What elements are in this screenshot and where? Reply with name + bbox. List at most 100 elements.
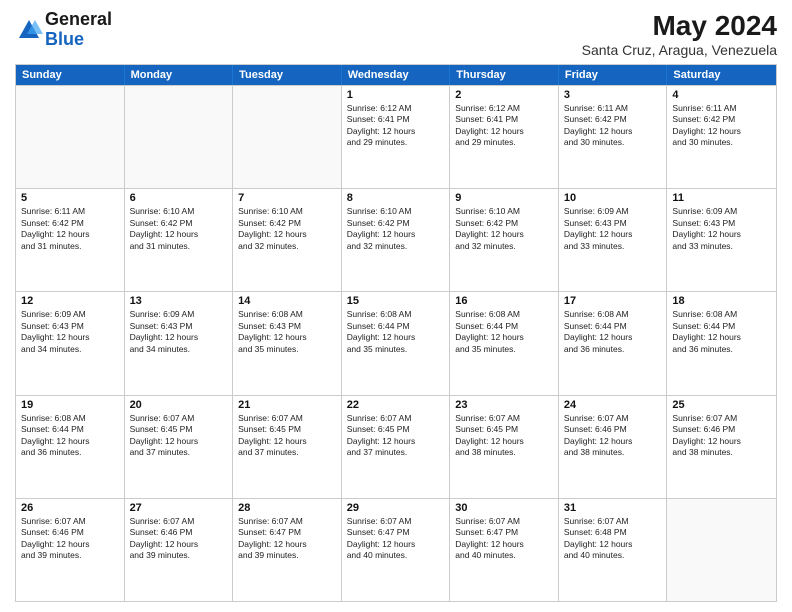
weekday-header: Monday xyxy=(125,65,234,85)
day-number: 14 xyxy=(238,295,336,307)
calendar-cell: 6Sunrise: 6:10 AMSunset: 6:42 PMDaylight… xyxy=(125,189,234,291)
cell-sun-info: Sunrise: 6:08 AMSunset: 6:44 PMDaylight:… xyxy=(347,309,445,355)
calendar-cell: 16Sunrise: 6:08 AMSunset: 6:44 PMDayligh… xyxy=(450,292,559,394)
cell-sun-info: Sunrise: 6:07 AMSunset: 6:46 PMDaylight:… xyxy=(564,413,662,459)
calendar-row: 19 Sunrise: 6:08 AMSunset: 6:44 PMDayligh… xyxy=(16,395,776,498)
day-number: 4 xyxy=(672,89,771,101)
day-number: 21 xyxy=(238,399,336,411)
day-number: 6 xyxy=(130,192,228,204)
cell-sun-info: Sunrise: 6:09 AMSunset: 6:43 PMDaylight:… xyxy=(21,309,119,355)
calendar-cell: 29Sunrise: 6:07 AMSunset: 6:47 PMDayligh… xyxy=(342,499,451,601)
day-number: 20 xyxy=(130,399,228,411)
calendar-cell: 27 Sunrise: 6:07 AMSunset: 6:46 PMDayligh… xyxy=(125,499,234,601)
day-number: 22 xyxy=(347,399,445,411)
cell-sun-info: Sunrise: 6:07 AMSunset: 6:47 PMDaylight:… xyxy=(455,516,553,562)
calendar-page: General Blue May 2024 Santa Cruz, Aragua… xyxy=(0,0,792,612)
calendar-cell: 11 Sunrise: 6:09 AMSunset: 6:43 PMDayligh… xyxy=(667,189,776,291)
cell-sun-info: Sunrise: 6:07 AMSunset: 6:45 PMDaylight:… xyxy=(238,413,336,459)
calendar-cell: 14 Sunrise: 6:08 AMSunset: 6:43 PMDayligh… xyxy=(233,292,342,394)
day-number: 7 xyxy=(238,192,336,204)
calendar-cell: 2 Sunrise: 6:12 AMSunset: 6:41 PMDaylight… xyxy=(450,86,559,188)
calendar-cell: 9 Sunrise: 6:10 AMSunset: 6:42 PMDaylight… xyxy=(450,189,559,291)
calendar-cell: 15 Sunrise: 6:08 AMSunset: 6:44 PMDayligh… xyxy=(342,292,451,394)
cell-sun-info: Sunrise: 6:10 AMSunset: 6:42 PMDaylight:… xyxy=(238,206,336,252)
day-number: 17 xyxy=(564,295,662,307)
calendar-cell: 31 Sunrise: 6:07 AMSunset: 6:48 PMDayligh… xyxy=(559,499,668,601)
calendar-body: 1 Sunrise: 6:12 AMSunset: 6:41 PMDaylight… xyxy=(16,85,776,601)
calendar-cell: 21 Sunrise: 6:07 AMSunset: 6:45 PMDayligh… xyxy=(233,396,342,498)
cell-sun-info: Sunrise: 6:07 AMSunset: 6:46 PMDaylight:… xyxy=(130,516,228,562)
day-number: 12 xyxy=(21,295,119,307)
calendar-row: 5Sunrise: 6:11 AMSunset: 6:42 PMDaylight… xyxy=(16,188,776,291)
calendar-cell: 10 Sunrise: 6:09 AMSunset: 6:43 PMDayligh… xyxy=(559,189,668,291)
cell-sun-info: Sunrise: 6:07 AMSunset: 6:48 PMDaylight:… xyxy=(564,516,662,562)
day-number: 31 xyxy=(564,502,662,514)
weekday-header: Wednesday xyxy=(342,65,451,85)
cell-sun-info: Sunrise: 6:11 AMSunset: 6:42 PMDaylight:… xyxy=(564,103,662,149)
weekday-header: Thursday xyxy=(450,65,559,85)
weekday-header: Sunday xyxy=(16,65,125,85)
day-number: 2 xyxy=(455,89,553,101)
day-number: 27 xyxy=(130,502,228,514)
cell-sun-info: Sunrise: 6:10 AMSunset: 6:42 PMDaylight:… xyxy=(347,206,445,252)
day-number: 1 xyxy=(347,89,445,101)
calendar-cell: 12 Sunrise: 6:09 AMSunset: 6:43 PMDayligh… xyxy=(16,292,125,394)
calendar-cell xyxy=(16,86,125,188)
cell-sun-info: Sunrise: 6:07 AMSunset: 6:47 PMDaylight:… xyxy=(238,516,336,562)
calendar-cell: 28 Sunrise: 6:07 AMSunset: 6:47 PMDayligh… xyxy=(233,499,342,601)
calendar-cell: 19 Sunrise: 6:08 AMSunset: 6:44 PMDayligh… xyxy=(16,396,125,498)
calendar-cell: 1 Sunrise: 6:12 AMSunset: 6:41 PMDaylight… xyxy=(342,86,451,188)
calendar-cell: 24Sunrise: 6:07 AMSunset: 6:46 PMDayligh… xyxy=(559,396,668,498)
calendar-cell xyxy=(233,86,342,188)
cell-sun-info: Sunrise: 6:07 AMSunset: 6:45 PMDaylight:… xyxy=(455,413,553,459)
cell-sun-info: Sunrise: 6:09 AMSunset: 6:43 PMDaylight:… xyxy=(672,206,771,252)
day-number: 30 xyxy=(455,502,553,514)
day-number: 28 xyxy=(238,502,336,514)
cell-sun-info: Sunrise: 6:11 AMSunset: 6:42 PMDaylight:… xyxy=(672,103,771,149)
day-number: 15 xyxy=(347,295,445,307)
day-number: 8 xyxy=(347,192,445,204)
cell-sun-info: Sunrise: 6:08 AMSunset: 6:44 PMDaylight:… xyxy=(564,309,662,355)
calendar-cell: 4 Sunrise: 6:11 AMSunset: 6:42 PMDaylight… xyxy=(667,86,776,188)
calendar-cell: 8 Sunrise: 6:10 AMSunset: 6:42 PMDaylight… xyxy=(342,189,451,291)
calendar-cell: 7 Sunrise: 6:10 AMSunset: 6:42 PMDaylight… xyxy=(233,189,342,291)
calendar-cell: 25 Sunrise: 6:07 AMSunset: 6:46 PMDayligh… xyxy=(667,396,776,498)
page-header: General Blue May 2024 Santa Cruz, Aragua… xyxy=(15,10,777,58)
day-number: 19 xyxy=(21,399,119,411)
logo-text: General Blue xyxy=(45,10,112,50)
day-number: 13 xyxy=(130,295,228,307)
day-number: 5 xyxy=(21,192,119,204)
day-number: 3 xyxy=(564,89,662,101)
cell-sun-info: Sunrise: 6:07 AMSunset: 6:46 PMDaylight:… xyxy=(21,516,119,562)
cell-sun-info: Sunrise: 6:10 AMSunset: 6:42 PMDaylight:… xyxy=(455,206,553,252)
calendar-cell: 18Sunrise: 6:08 AMSunset: 6:44 PMDayligh… xyxy=(667,292,776,394)
calendar-cell: 23 Sunrise: 6:07 AMSunset: 6:45 PMDayligh… xyxy=(450,396,559,498)
calendar: SundayMondayTuesdayWednesdayThursdayFrid… xyxy=(15,64,777,602)
cell-sun-info: Sunrise: 6:08 AMSunset: 6:44 PMDaylight:… xyxy=(21,413,119,459)
calendar-row: 26Sunrise: 6:07 AMSunset: 6:46 PMDayligh… xyxy=(16,498,776,601)
cell-sun-info: Sunrise: 6:12 AMSunset: 6:41 PMDaylight:… xyxy=(455,103,553,149)
day-number: 11 xyxy=(672,192,771,204)
calendar-row: 12 Sunrise: 6:09 AMSunset: 6:43 PMDayligh… xyxy=(16,291,776,394)
day-number: 10 xyxy=(564,192,662,204)
logo-icon xyxy=(15,16,43,44)
calendar-cell: 13 Sunrise: 6:09 AMSunset: 6:43 PMDayligh… xyxy=(125,292,234,394)
day-number: 23 xyxy=(455,399,553,411)
calendar-cell: 3 Sunrise: 6:11 AMSunset: 6:42 PMDaylight… xyxy=(559,86,668,188)
title-block: May 2024 Santa Cruz, Aragua, Venezuela xyxy=(582,10,777,58)
day-number: 9 xyxy=(455,192,553,204)
calendar-cell xyxy=(125,86,234,188)
cell-sun-info: Sunrise: 6:12 AMSunset: 6:41 PMDaylight:… xyxy=(347,103,445,149)
cell-sun-info: Sunrise: 6:08 AMSunset: 6:44 PMDaylight:… xyxy=(455,309,553,355)
cell-sun-info: Sunrise: 6:07 AMSunset: 6:45 PMDaylight:… xyxy=(347,413,445,459)
cell-sun-info: Sunrise: 6:09 AMSunset: 6:43 PMDaylight:… xyxy=(130,309,228,355)
cell-sun-info: Sunrise: 6:07 AMSunset: 6:45 PMDaylight:… xyxy=(130,413,228,459)
cell-sun-info: Sunrise: 6:07 AMSunset: 6:46 PMDaylight:… xyxy=(672,413,771,459)
calendar-cell: 30 Sunrise: 6:07 AMSunset: 6:47 PMDayligh… xyxy=(450,499,559,601)
day-number: 25 xyxy=(672,399,771,411)
cell-sun-info: Sunrise: 6:07 AMSunset: 6:47 PMDaylight:… xyxy=(347,516,445,562)
cell-sun-info: Sunrise: 6:08 AMSunset: 6:43 PMDaylight:… xyxy=(238,309,336,355)
logo: General Blue xyxy=(15,10,112,50)
calendar-header: SundayMondayTuesdayWednesdayThursdayFrid… xyxy=(16,65,776,85)
cell-sun-info: Sunrise: 6:09 AMSunset: 6:43 PMDaylight:… xyxy=(564,206,662,252)
